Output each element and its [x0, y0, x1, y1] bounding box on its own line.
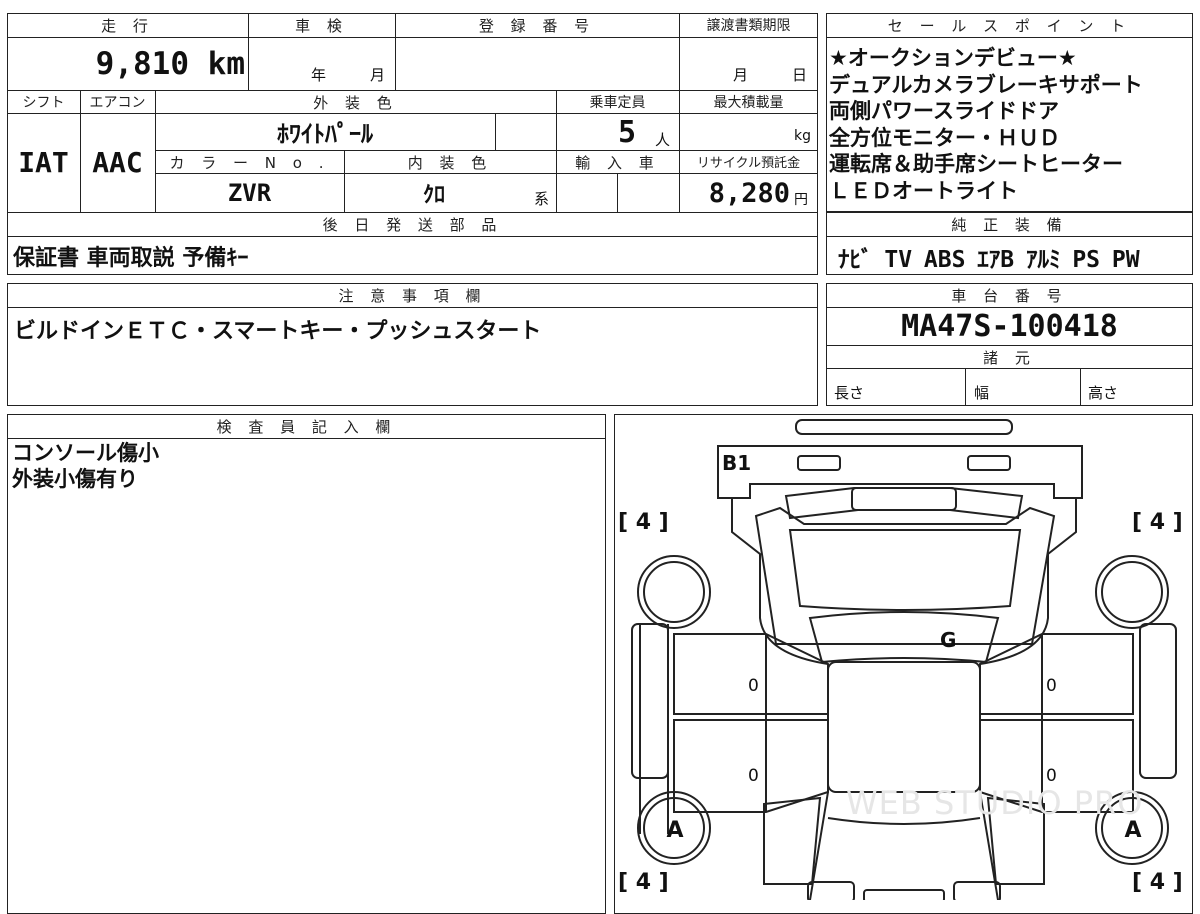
damage-mark-a-left: A: [666, 817, 684, 843]
import-header: 輸 入 車: [575, 154, 660, 172]
interior-color-header: 内 装 色: [407, 154, 493, 172]
sales-point-header: セ ー ル ス ポ イ ン ト: [887, 17, 1132, 35]
tire-mark-bottom-right: [ 4 ]: [1132, 870, 1183, 895]
transfer-deadline-header: 譲渡書類期限: [706, 18, 791, 34]
sales-point-list: ★オークションデビュー★ デュアルカメラブレーキサポート 両側パワースライドドア…: [829, 45, 1143, 204]
aircon-header: エアコン: [89, 95, 146, 111]
recycle-value: 8,280: [708, 178, 790, 209]
car-diagram: [631, 419, 1177, 900]
spec-length-label: 長さ: [834, 384, 865, 402]
spec-height-label: 高さ: [1088, 384, 1119, 402]
tire-mark-bottom-left: [ 4 ]: [618, 870, 669, 895]
door-mark-left-rear: 0: [748, 676, 759, 696]
shift-header: シフト: [22, 95, 65, 111]
sales-point-line: ★オークションデビュー★: [829, 46, 1077, 70]
equipment-value: ﾅﾋﾞ TV ABS ｴｱB ｱﾙﾐ PS PW: [838, 247, 1140, 273]
exterior-color-header: 外 装 色: [313, 94, 398, 112]
inspection-year: 年: [311, 66, 327, 84]
inspection-month: 月: [370, 66, 386, 84]
damage-mark-g: G: [940, 628, 957, 652]
sales-point-line: デュアルカメラブレーキサポート: [829, 72, 1143, 97]
later-send-value: 保証書 車両取説 予備ｷｰ: [13, 246, 249, 271]
door-mark-right-rear: 0: [1046, 676, 1057, 696]
door-mark-left-front: 0: [748, 766, 759, 786]
sales-point-line: 両側パワースライドドア: [829, 99, 1059, 123]
inspector-notes: コンソール傷小 外装小傷有り: [12, 440, 159, 492]
interior-suffix: 系: [534, 190, 550, 208]
transfer-day: 日: [792, 66, 808, 84]
specs-header: 諸 元: [983, 349, 1036, 367]
inspector-note-line: コンソール傷小: [12, 441, 159, 465]
inspector-header: 検 査 員 記 入 欄: [216, 418, 397, 436]
tire-mark-top-left: [ 4 ]: [618, 510, 669, 535]
capacity-header: 乗車定員: [589, 95, 646, 111]
color-no-header: カ ラ ー N o .: [169, 154, 330, 172]
transfer-month: 月: [733, 66, 749, 84]
recycle-header: リサイクル預託金: [696, 156, 801, 171]
chassis-header: 車 台 番 号: [951, 287, 1068, 305]
notes-header: 注 意 事 項 欄: [338, 287, 487, 305]
watermark: WEB STUDIO PRO: [846, 784, 1144, 822]
mileage-unit: km: [207, 46, 245, 82]
exterior-color-value: ﾎﾜｲﾄﾊﾟｰﾙ: [277, 120, 373, 148]
sales-point-line: ＬＥＤオートライト: [829, 178, 1018, 203]
registration-header: 登 録 番 号: [478, 17, 596, 35]
notes-value: ビルドインＥＴＣ・スマートキー・プッシュスタート: [14, 319, 542, 344]
interior-color-value: ｸﾛ: [422, 182, 445, 208]
spec-width-label: 幅: [974, 384, 990, 402]
capacity-value: 5: [618, 115, 637, 150]
door-mark-right-front: 0: [1046, 766, 1057, 786]
sales-point-line: 全方位モニター・ＨＵＤ: [829, 125, 1060, 150]
damage-mark-b1: B1: [722, 451, 752, 475]
shift-value: IAT: [18, 146, 69, 179]
equipment-header: 純 正 装 備: [951, 216, 1068, 234]
damage-mark-a-right: A: [1124, 817, 1142, 843]
inspection-header: 車 検: [295, 17, 348, 35]
capacity-unit: 人: [655, 131, 671, 149]
mileage-header: 走 行: [101, 17, 154, 35]
recycle-unit: 円: [794, 192, 808, 208]
mileage-value: 9,810 km: [96, 46, 245, 82]
max-load-header: 最大積載量: [713, 95, 784, 111]
tire-mark-top-right: [ 4 ]: [1132, 510, 1183, 535]
color-no-value: ZVR: [227, 178, 272, 207]
chassis-number: MA47S-100418: [901, 308, 1118, 344]
inspector-note-line: 外装小傷有り: [12, 467, 138, 491]
later-send-header: 後 日 発 送 部 品: [322, 216, 503, 234]
max-load-unit: kg: [794, 128, 811, 144]
sales-point-line: 運転席＆助手席シートヒーター: [829, 152, 1123, 176]
aircon-value: AAC: [92, 146, 143, 179]
mileage-number: 9,810: [95, 46, 189, 82]
